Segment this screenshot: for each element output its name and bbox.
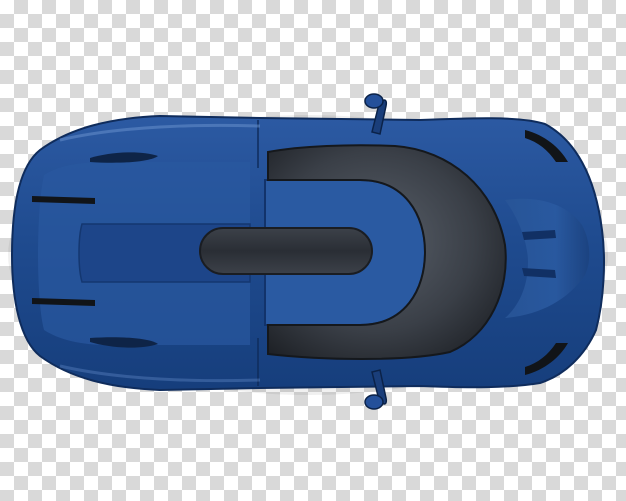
- sports-car-top-view: [8, 93, 608, 410]
- side-mirror-top-head: [364, 93, 384, 109]
- roof-air-scoop: [199, 227, 373, 275]
- transparency-checkerboard-background: [0, 0, 626, 501]
- side-mirror-bottom-head: [364, 394, 384, 410]
